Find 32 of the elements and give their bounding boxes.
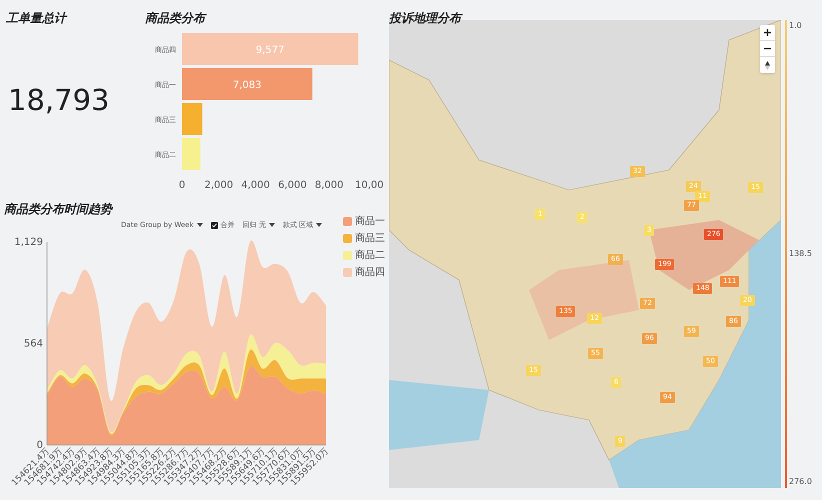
caret-icon bbox=[196, 223, 203, 227]
caret-icon bbox=[316, 223, 322, 227]
axis-tick-label: 6,000 bbox=[278, 180, 307, 191]
compass-icon bbox=[765, 60, 770, 70]
legend-label: 商品四 bbox=[355, 266, 385, 280]
scale-label: 1.0 bbox=[789, 20, 803, 32]
panel-title: 商品类分布时间趋势 bbox=[4, 201, 114, 218]
zoom-out-button[interactable]: − bbox=[760, 41, 775, 57]
zoom-in-button[interactable]: + bbox=[760, 25, 775, 41]
scale-label: 138.5 bbox=[789, 248, 812, 260]
panel-title: 工单量总计 bbox=[6, 10, 68, 27]
legend-label: 商品三 bbox=[355, 232, 385, 246]
total-count: 18,793 bbox=[7, 82, 110, 119]
panel-title: 商品类分布 bbox=[145, 10, 208, 27]
axis-tick-label: 1,129 bbox=[14, 237, 43, 248]
checkbox[interactable] bbox=[210, 222, 218, 228]
bar-value-label: 9,577 bbox=[256, 45, 284, 56]
axis-tick-label: 564 bbox=[24, 338, 43, 350]
legend-label: 商品一 bbox=[355, 214, 385, 229]
axis-tick-label: 0 bbox=[36, 440, 43, 451]
bar bbox=[182, 103, 202, 135]
check-icon bbox=[212, 222, 217, 228]
axis-tick-label: 10,00 bbox=[355, 180, 384, 191]
scale-label: 276.0 bbox=[789, 476, 812, 488]
legend-label: 商品二 bbox=[355, 248, 385, 263]
bar bbox=[182, 138, 200, 170]
caret-icon bbox=[268, 223, 275, 227]
axis-tick-label: 8,000 bbox=[314, 180, 344, 191]
bar-value-label: 7,083 bbox=[232, 80, 262, 91]
axis-tick-label: 4,000 bbox=[241, 180, 270, 191]
axis-tick-label: 0 bbox=[178, 180, 186, 191]
axis-tick-label: 2,000 bbox=[204, 180, 234, 191]
